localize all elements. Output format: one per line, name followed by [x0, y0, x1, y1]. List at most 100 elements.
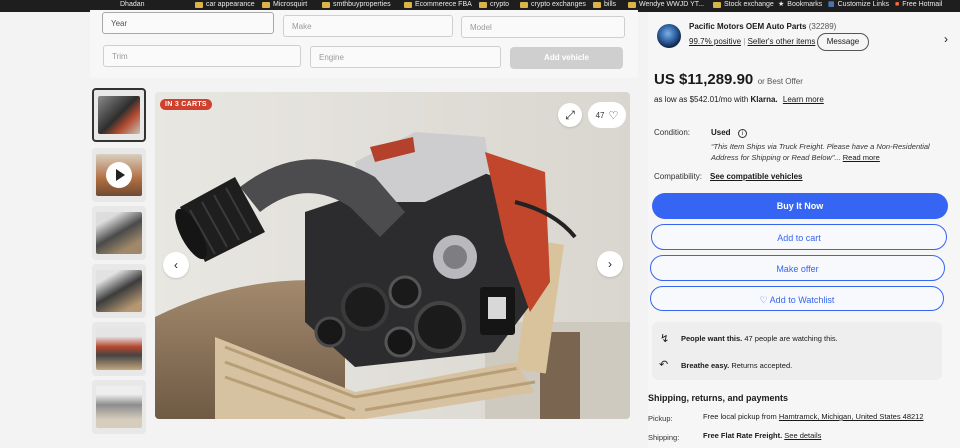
bookmark-item[interactable]: ■ Free Hotmail — [895, 0, 942, 10]
star-icon: ★ — [778, 1, 785, 8]
grid-icon: ▦ — [828, 1, 835, 8]
bookmark-label: car appearance — [206, 1, 255, 8]
positive-feedback-link[interactable]: 99.7% positive — [689, 37, 741, 46]
watch-count: 47 — [595, 110, 605, 120]
seller-feedback-count: (32289) — [808, 22, 837, 31]
engine-thumbnail-image — [96, 212, 142, 254]
info-icon[interactable]: i — [737, 129, 747, 138]
seller-logo[interactable] — [657, 24, 681, 48]
message-seller-button[interactable]: Message — [817, 33, 869, 51]
people-want-bold: People want this. — [681, 334, 743, 343]
main-product-image[interactable] — [155, 92, 630, 419]
next-image-button[interactable]: › — [597, 251, 623, 277]
add-to-cart-button[interactable]: Add to cart — [651, 224, 947, 250]
return-icon: ↶ — [659, 359, 669, 371]
bookmark-item[interactable]: Dhadan — [120, 0, 145, 10]
thumbnail-1[interactable] — [92, 88, 146, 142]
bookmark-label: Dhadan — [120, 1, 145, 8]
expand-icon: ⤢ — [565, 107, 575, 122]
folder-icon — [520, 2, 528, 8]
price-line: US $11,289.90 or Best Offer — [654, 71, 803, 89]
thumbnail-3[interactable] — [92, 206, 146, 260]
condition-label: Condition: — [654, 128, 691, 137]
condition-note-text: Address for Shipping or Read Below”... — [711, 153, 841, 162]
see-details-link[interactable]: See details — [784, 431, 821, 440]
bookmark-item[interactable]: Stock exchange — [713, 0, 774, 10]
in-carts-badge: IN 3 CARTS — [160, 99, 212, 110]
expand-button[interactable]: ⤢ — [558, 103, 582, 127]
heart-icon: ♡ — [608, 109, 619, 122]
signals-box — [652, 322, 942, 380]
pickup-location-link[interactable]: Hamtramck, Michigan, United States 48212 — [779, 412, 924, 421]
bookmark-item[interactable]: crypto — [479, 0, 509, 10]
thumbnail-5[interactable] — [92, 322, 146, 376]
bookmark-item[interactable]: Wendye WWJD YT... — [628, 0, 704, 10]
chevron-left-icon: ‹ — [174, 258, 178, 272]
bookmark-label: Free Hotmail — [902, 1, 943, 8]
lightning-icon: ↯ — [660, 333, 670, 345]
add-to-watchlist-button[interactable]: ♡ Add to Watchlist — [650, 286, 944, 311]
shipping-heading: Shipping, returns, and payments — [648, 393, 789, 403]
engine-placeholder: Engine — [319, 53, 344, 62]
installments-text: as low as $542.01/mo with — [654, 95, 749, 104]
add-vehicle-button[interactable]: Add vehicle — [510, 47, 623, 69]
pickup-line: Free local pickup from Hamtramck, Michig… — [703, 412, 924, 421]
engine-select[interactable]: Engine — [310, 46, 501, 68]
folder-icon — [262, 2, 270, 8]
klarna-logo: Klarna. — [750, 95, 778, 104]
seller-meta: 99.7% positive | Seller's other items — [689, 37, 815, 46]
engine-thumbnail-image — [98, 96, 140, 134]
pickup-label: Pickup: — [648, 414, 673, 423]
mail-icon: ■ — [895, 1, 900, 8]
make-select[interactable]: Make — [283, 15, 453, 37]
bookmark-item[interactable]: smthbuyproperties — [322, 0, 391, 10]
folder-icon — [479, 2, 487, 8]
make-placeholder: Make — [292, 22, 312, 31]
engine-photo — [155, 92, 630, 419]
people-watching-text: 47 people are watching this. — [744, 334, 838, 343]
make-offer-button[interactable]: Make offer — [650, 255, 945, 281]
compatibility-label: Compatibility: — [654, 172, 703, 181]
seller-other-items-link[interactable]: Seller's other items — [748, 37, 816, 46]
bookmark-label: Ecommerece FBA — [415, 1, 472, 8]
buy-it-now-button[interactable]: Buy It Now — [652, 193, 948, 219]
thumbnail-6[interactable] — [92, 380, 146, 434]
year-select[interactable]: Year — [102, 12, 274, 34]
thumbnail-4[interactable] — [92, 264, 146, 318]
trim-select[interactable]: Trim — [103, 45, 301, 67]
seller-name[interactable]: Pacific Motors OEM Auto Parts — [689, 22, 807, 31]
installments-line: as low as $542.01/mo with Klarna. Learn … — [654, 95, 824, 104]
chevron-right-icon: › — [608, 257, 612, 271]
bookmark-label: Wendye WWJD YT... — [639, 1, 705, 8]
model-placeholder: Model — [470, 23, 492, 32]
chevron-right-icon[interactable]: › — [944, 32, 948, 46]
bookmark-item[interactable]: crypto exchanges — [520, 0, 586, 10]
pickup-text: Free local pickup from — [703, 412, 777, 421]
thumbnail-video[interactable] — [92, 148, 146, 202]
shipping-line: Free Flat Rate Freight. See details — [703, 431, 821, 440]
price-amount: US $11,289.90 — [654, 71, 754, 88]
bookmark-label: crypto — [490, 1, 510, 8]
read-more-link[interactable]: Read more — [843, 153, 880, 162]
bookmark-item[interactable]: ★ Bookmarks — [778, 0, 822, 10]
watch-heart-button[interactable]: 47 ♡ — [588, 102, 626, 128]
vehicle-search-form: Year Make Model Trim Engine Add vehicle — [90, 10, 638, 78]
condition-note-line-2: Address for Shipping or Read Below”... R… — [711, 153, 880, 162]
bookmark-item[interactable]: Ecommerece FBA — [404, 0, 472, 10]
bookmark-item[interactable]: car appearance — [195, 0, 255, 10]
best-offer-label: or Best Offer — [757, 77, 803, 86]
bookmark-label: crypto exchanges — [531, 1, 586, 8]
model-select[interactable]: Model — [461, 16, 625, 38]
bookmark-label: Stock exchange — [724, 1, 774, 8]
learn-more-link[interactable]: Learn more — [783, 95, 824, 104]
bookmark-item[interactable]: Microsquirt — [262, 0, 307, 10]
trim-placeholder: Trim — [112, 52, 128, 61]
folder-icon — [593, 2, 601, 8]
previous-image-button[interactable]: ‹ — [163, 252, 189, 278]
bookmark-item[interactable]: bills — [593, 0, 616, 10]
bookmark-label: smthbuyproperties — [333, 1, 391, 8]
condition-value-line: Used i — [711, 128, 747, 138]
bookmark-item[interactable]: ▦ Customize Links — [828, 0, 889, 10]
see-compatible-vehicles-link[interactable]: See compatible vehicles — [710, 172, 803, 181]
engine-thumbnail-image — [96, 386, 142, 428]
